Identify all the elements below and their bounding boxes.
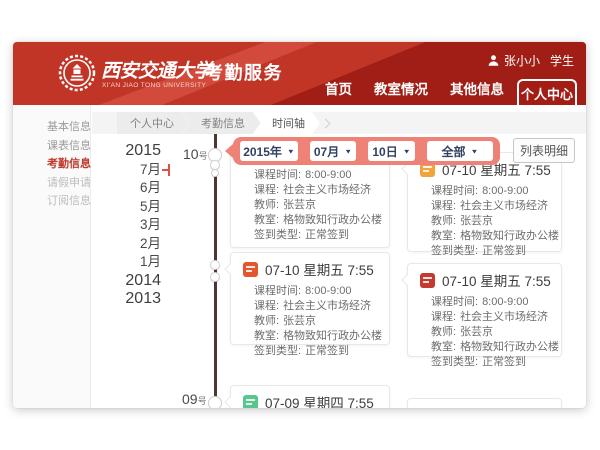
course-time: 8:00-9:00 [305,284,351,299]
attendance-card: 07-10 星期五 7:55 课程时间:8:00-9:00 课程:社会主义市场经… [407,263,562,357]
breadcrumb-personal-center[interactable]: 个人中心 [117,112,189,134]
nav-item-home[interactable]: 首页 [325,78,352,98]
card-arrow [224,263,235,274]
breadcrumb-attendance-info[interactable]: 考勤信息 [182,112,260,134]
scale-march[interactable]: 3月 [60,216,161,235]
chevron-down-icon: ▼ [344,147,352,154]
university-name-en: XI'AN JIAO TONG UNIVERSITY [102,82,206,89]
date-filter-bar: 2015年 ▼ 07月 ▼ 10日 ▼ 全部 ▼ [233,137,500,165]
timeline-scale: 2015 7月 6月 5月 3月 2月 1月 2014 2013 [60,142,161,309]
university-emblem-icon [58,54,96,92]
scope-dropdown[interactable]: 全部 ▼ [427,141,493,161]
day-label-09: 09号 [182,391,207,407]
card-date: 07-09 星期四 7:55 [265,392,374,408]
card-date: 07-10 星期五 7:55 [265,259,374,279]
classroom: 格物致知行政办公楼 [283,329,382,344]
course-time: 8:00-9:00 [482,184,528,199]
teacher-name: 张芸京 [283,198,316,213]
chevron-down-icon: ▼ [403,147,411,154]
attendance-card: 07-09 星期四 7:55 [230,385,390,408]
scale-february[interactable]: 2月 [60,235,161,254]
breadcrumb: 个人中心 考勤信息 时间轴 [92,112,586,134]
attendance-card: 07-10 星期五 7:55 课程时间:8:00-9:00 课程:社会主义市场经… [230,252,390,345]
scale-may[interactable]: 5月 [60,198,161,217]
scale-june[interactable]: 6月 [60,179,161,198]
calendar-icon [420,273,435,288]
university-name-cn: 西安交通大学 [101,56,212,83]
teacher-name: 张芸京 [283,314,316,329]
course-time: 8:00-9:00 [482,295,528,310]
sign-type: 正常签到 [305,344,349,359]
teacher-name: 张芸京 [460,214,493,229]
scale-2015[interactable]: 2015 [60,142,161,161]
sign-type: 正常签到 [482,244,526,259]
user-role: 学生 [550,52,574,69]
attendance-card: 07-10 星期五 7:55 课程时间:8:00-9:00 课程:社会主义市场经… [407,152,562,252]
nav-item-classrooms[interactable]: 教室情况 [374,78,428,98]
app-window: 西安交通大学 XI'AN JIAO TONG UNIVERSITY 考勤服务 张… [13,42,586,408]
year-dropdown[interactable]: 2015年 ▼ [240,141,298,161]
nav-item-other-info[interactable]: 其他信息 [450,78,504,98]
chevron-down-icon: ▼ [471,147,479,154]
scale-2013[interactable]: 2013 [60,290,161,309]
card-arrow [401,274,412,285]
timeline-node [210,260,220,270]
timeline-node [210,272,220,282]
chevron-down-icon: ▼ [287,147,295,154]
classroom: 格物致知行政办公楼 [460,340,559,355]
calendar-icon [243,395,258,409]
course-name: 社会主义市场经济 [460,199,548,214]
timeline-node [208,396,222,408]
app-title: 考勤服务 [205,59,283,85]
main-nav: 首页 教室情况 其他信息 [325,78,504,98]
card-arrow [401,163,412,174]
course-time: 8:00-9:00 [305,168,351,183]
sign-type: 正常签到 [305,228,349,243]
attendance-card-partial [407,398,562,408]
classroom: 格物致知行政办公楼 [283,213,382,228]
scale-january[interactable]: 1月 [60,253,161,272]
calendar-icon [243,262,258,277]
day-dropdown[interactable]: 10日 ▼ [368,141,415,161]
user-info[interactable]: 张小小 学生 [487,52,574,69]
course-name: 社会主义市场经济 [283,299,371,314]
scale-2014[interactable]: 2014 [60,272,161,291]
user-name: 张小小 [504,52,540,69]
card-arrow [224,396,235,407]
sign-type: 正常签到 [482,355,526,370]
timeline-node [211,169,219,177]
scale-july[interactable]: 7月 [60,161,161,180]
course-name: 社会主义市场经济 [283,183,371,198]
month-dropdown[interactable]: 07月 ▼ [310,141,356,161]
current-month-marker [168,164,170,176]
card-date: 07-10 星期五 7:55 [442,270,551,290]
course-name: 社会主义市场经济 [460,310,548,325]
day-label-10: 10号 [183,146,208,162]
person-icon [487,54,500,67]
nav-tab-personal-center[interactable]: 个人中心 [517,79,577,105]
chevron-right-icon [321,118,331,128]
header: 西安交通大学 XI'AN JIAO TONG UNIVERSITY 考勤服务 张… [13,42,586,105]
classroom: 格物致知行政办公楼 [460,229,559,244]
sidebar-item-basic-info[interactable]: 基本信息 [13,118,90,137]
breadcrumb-timeline[interactable]: 时间轴 [253,112,320,134]
teacher-name: 张芸京 [460,325,493,340]
list-detail-button[interactable]: 列表明细 [513,138,575,163]
